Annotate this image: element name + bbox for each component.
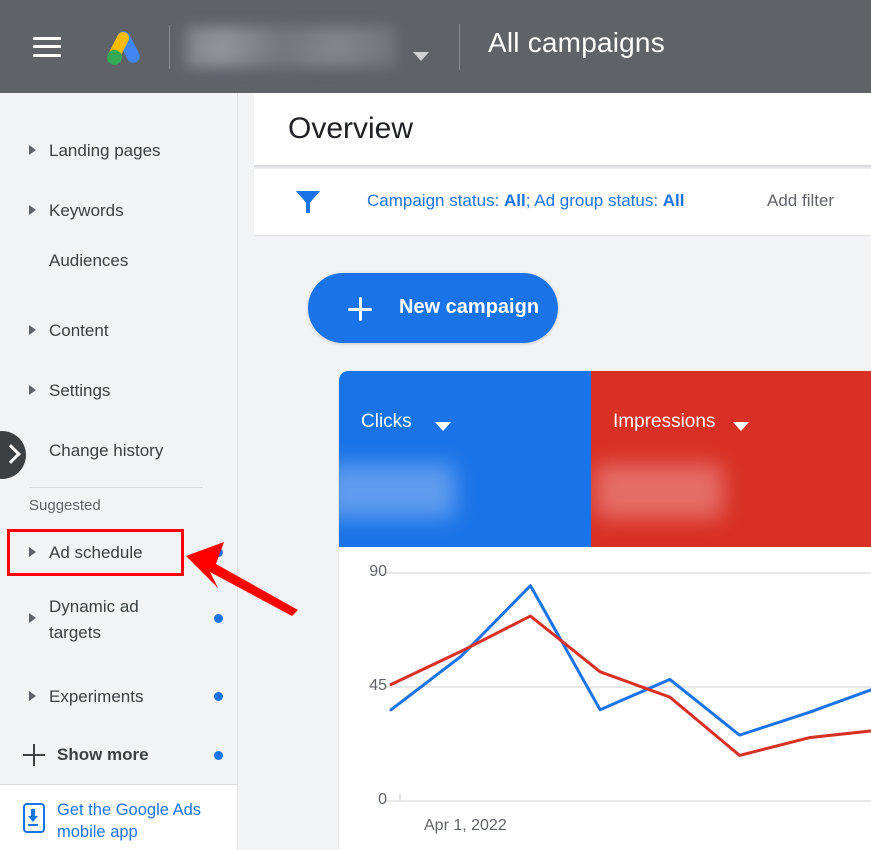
sidebar-item-label: Show more <box>57 745 149 765</box>
sidebar-section-title-suggested: Suggested <box>29 497 101 514</box>
main-content-area: Overview Campaign status: All; Ad group … <box>254 93 871 850</box>
account-selector[interactable] <box>186 23 422 71</box>
expand-triangle-icon <box>29 205 36 215</box>
sidebar-item-experiments[interactable]: Experiments <box>0 676 238 716</box>
sidebar-item-label: Settings <box>49 380 110 401</box>
filter-bar: Campaign status: All; Ad group status: A… <box>254 169 871 236</box>
sidebar-item-change-history[interactable]: Change history <box>0 430 238 470</box>
sidebar-item-label: Ad schedule <box>49 542 143 563</box>
sidebar-item-label: Change history <box>49 440 163 461</box>
mobile-app-link[interactable]: Get the Google Ads mobile app <box>57 799 207 843</box>
top-bar-divider-2 <box>459 24 460 70</box>
x-axis-tick-label: Apr 1, 2022 <box>424 817 507 835</box>
sidebar-item-label: Landing pages <box>49 140 161 161</box>
add-filter-button[interactable]: Add filter <box>767 191 834 211</box>
plus-icon <box>23 744 45 766</box>
filter-middle: ; Ad group status: <box>526 191 663 210</box>
filter-funnel-icon[interactable] <box>296 190 320 214</box>
sidebar-item-show-more[interactable]: Show more <box>0 735 238 775</box>
sidebar-divider <box>29 487 203 488</box>
page-scope-title: All campaigns <box>488 27 665 59</box>
mobile-download-icon <box>23 803 45 833</box>
metric-card-impressions[interactable]: Impressions <box>591 371 871 547</box>
y-axis-tick-label: 0 <box>353 791 387 809</box>
new-campaign-button[interactable]: New campaign <box>308 273 558 343</box>
sidebar-item-audiences[interactable]: Audiences <box>0 240 238 280</box>
left-navigation-sidebar: Landing pages Keywords Audiences Content… <box>0 93 238 850</box>
sidebar-item-label: Audiences <box>49 250 128 271</box>
expand-triangle-icon <box>29 325 36 335</box>
metric-card-clicks[interactable]: Clicks <box>339 371 591 547</box>
performance-chart-card: Clicks Impressions 90 45 0 Apr 1, 2022 <box>339 371 871 850</box>
y-axis-tick-label: 45 <box>353 677 387 695</box>
metric-name: Impressions <box>613 411 715 433</box>
expand-triangle-icon <box>29 145 36 155</box>
expand-triangle-icon <box>29 547 36 557</box>
funnel-stem <box>306 203 310 213</box>
google-ads-app-window: All campaigns Landing pages Keywords Aud… <box>0 0 871 850</box>
top-app-bar: All campaigns <box>0 0 871 93</box>
phone-home-bar <box>28 824 38 826</box>
sidebar-item-landing-pages[interactable]: Landing pages <box>0 130 238 170</box>
new-feature-dot-badge <box>214 548 223 557</box>
chevron-right-icon <box>1 444 21 464</box>
new-feature-dot-badge <box>214 751 223 760</box>
sidebar-item-keywords[interactable]: Keywords <box>0 190 238 230</box>
expand-triangle-icon <box>29 385 36 395</box>
download-arrow-head <box>28 816 38 822</box>
filter-value-1: All <box>504 191 526 210</box>
chart-series-line <box>391 616 871 755</box>
page-title: Overview <box>288 112 413 146</box>
vertical-scrollbar-track[interactable] <box>239 93 254 850</box>
metric-name: Clicks <box>361 411 412 433</box>
new-campaign-label: New campaign <box>399 296 539 319</box>
sidebar-item-dynamic-ad-targets[interactable]: Dynamic ad targets <box>0 590 238 646</box>
top-bar-divider-1 <box>169 25 170 69</box>
filter-value-2: All <box>663 191 685 210</box>
line-chart: 90 45 0 Apr 1, 2022 <box>339 547 871 850</box>
dropdown-caret-icon[interactable] <box>435 422 451 431</box>
expand-triangle-icon <box>29 613 36 623</box>
hamburger-menu-icon[interactable] <box>33 37 61 57</box>
y-axis-tick-label: 90 <box>353 563 387 581</box>
sidebar-item-label: Keywords <box>49 200 124 221</box>
metric-value-redacted <box>339 464 455 518</box>
expand-triangle-icon <box>29 691 36 701</box>
sidebar-item-label: Dynamic ad targets <box>49 594 169 646</box>
google-ads-logo[interactable] <box>101 25 145 69</box>
sidebar-footer: Get the Google Ads mobile app <box>0 784 237 850</box>
sidebar-item-content[interactable]: Content <box>0 310 238 350</box>
page-header: Overview <box>254 93 871 165</box>
dropdown-caret-icon[interactable] <box>733 422 749 431</box>
sidebar-item-label: Content <box>49 320 109 341</box>
logo-green-dot <box>107 50 122 65</box>
chart-canvas <box>339 547 871 850</box>
new-feature-dot-badge <box>214 692 223 701</box>
plus-icon <box>348 297 372 321</box>
sidebar-item-settings[interactable]: Settings <box>0 370 238 410</box>
filter-prefix-1: Campaign status: <box>367 191 504 210</box>
new-feature-dot-badge <box>214 614 223 623</box>
metric-selector-strip: Clicks Impressions <box>339 371 871 547</box>
sidebar-item-ad-schedule[interactable]: Ad schedule <box>0 532 238 572</box>
metric-value-redacted <box>595 464 723 518</box>
account-name-redacted <box>186 27 396 67</box>
sidebar-item-label: Experiments <box>49 686 143 707</box>
account-dropdown-caret-icon[interactable] <box>413 52 429 61</box>
chart-series-line <box>391 586 871 735</box>
active-filter-chip[interactable]: Campaign status: All; Ad group status: A… <box>367 191 685 211</box>
